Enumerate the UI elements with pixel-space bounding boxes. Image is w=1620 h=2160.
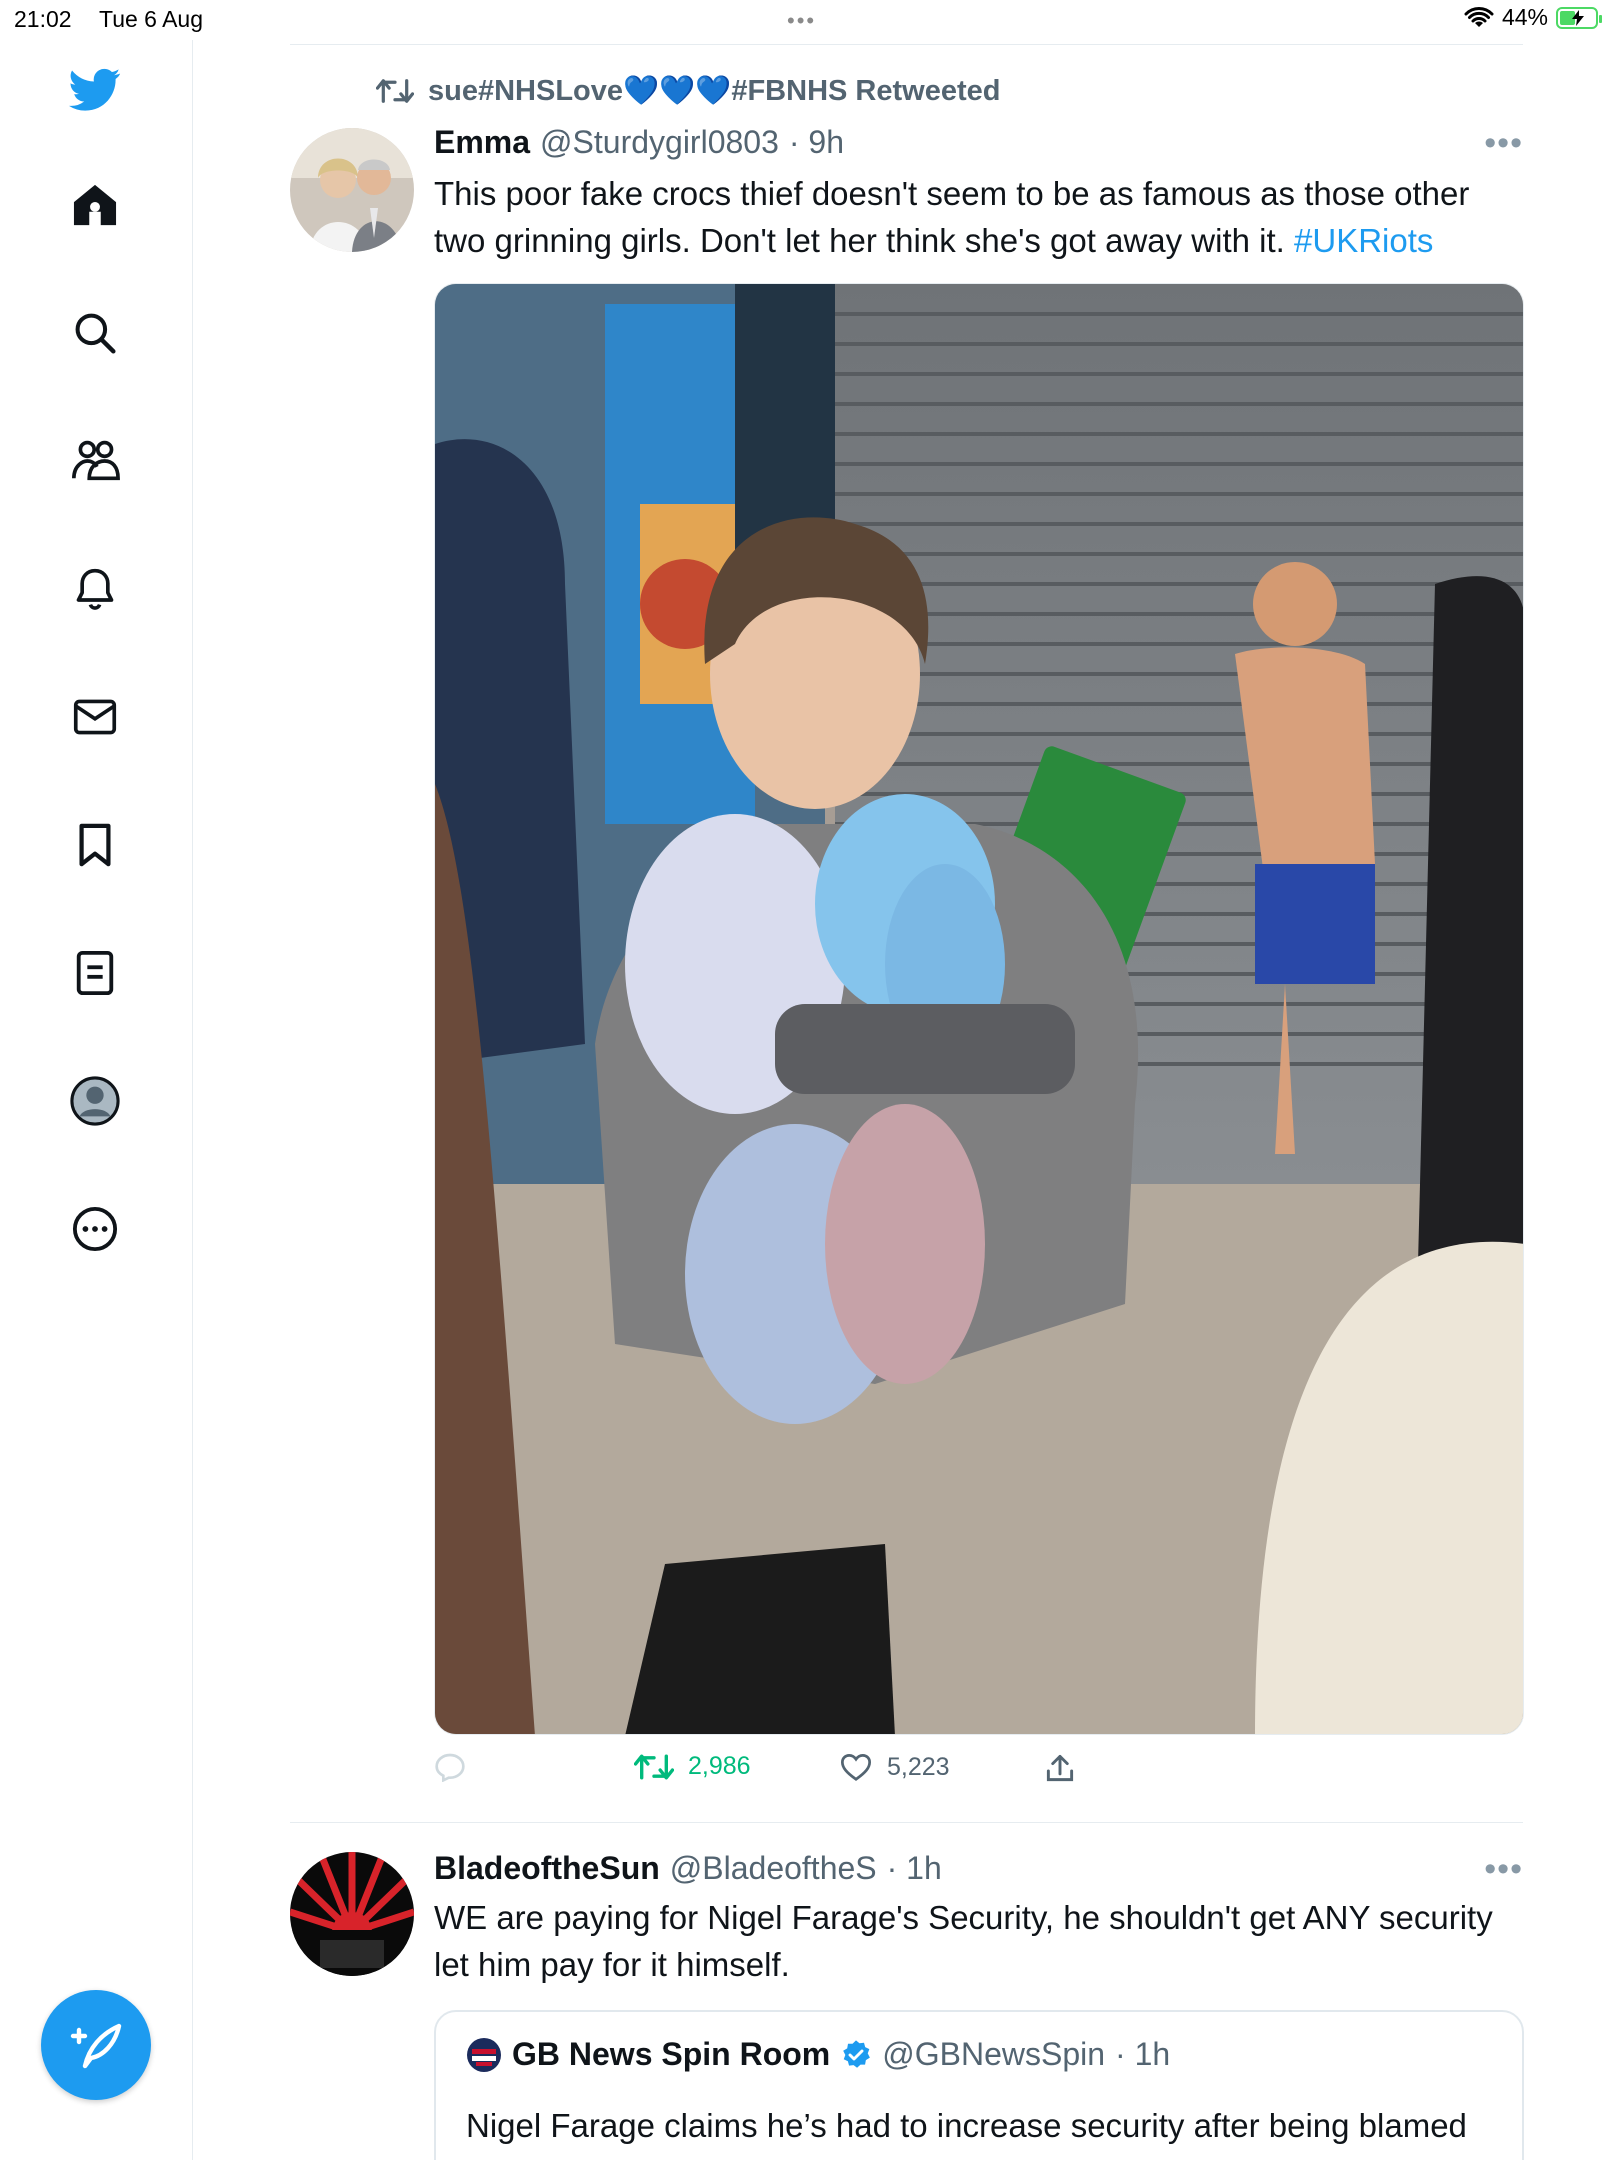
tweet-text: WE are paying for Nigel Farage's Securit…: [434, 1899, 1493, 1983]
quoted-tweet[interactable]: GB News Spin Room @GBNewsSpin · 1h Nigel…: [434, 2010, 1524, 2160]
quote-time[interactable]: · 1h: [1115, 2036, 1170, 2073]
quote-header: GB News Spin Room @GBNewsSpin · 1h: [466, 2036, 1170, 2073]
tweet-actions: 2,986 5,223: [434, 1752, 1524, 1796]
search-icon[interactable]: [67, 305, 123, 361]
quote-text: Nigel Farage claims he’s had to increase…: [466, 2107, 1467, 2160]
tweet-header: Emma @Sturdygirl0803 · 9h: [434, 124, 844, 161]
quote-author-handle[interactable]: @GBNewsSpin: [882, 2036, 1105, 2073]
like-count: 5,223: [887, 1752, 950, 1781]
compose-button[interactable]: [41, 1990, 151, 2100]
bell-icon[interactable]: [67, 561, 123, 617]
author-handle[interactable]: @Sturdygirl0803: [540, 124, 779, 161]
battery-icon: [1556, 6, 1602, 29]
tweet-more-icon[interactable]: •••: [1484, 1850, 1523, 1889]
charging-bolt-icon: [1572, 9, 1584, 26]
tweet-time[interactable]: · 1h: [887, 1850, 942, 1887]
share-button[interactable]: [1044, 1752, 1076, 1784]
retweet-count: 2,986: [688, 1752, 751, 1780]
status-time: 21:02: [14, 6, 72, 32]
tweet-text: This poor fake crocs thief doesn't seem …: [434, 170, 1524, 264]
retweet-icon: [634, 1754, 674, 1779]
status-bar: 21:02 Tue 6 Aug ••• 44%: [0, 0, 1620, 40]
author-name[interactable]: BladeoftheSun: [434, 1850, 660, 1887]
retweet-context: sue#NHSLove💙💙💙#FBNHS Retweeted: [376, 74, 1000, 108]
battery-tip: [1599, 14, 1602, 23]
heart-icon: [840, 1754, 872, 1781]
tweet-header: BladeoftheSun @BladeoftheS · 1h: [434, 1850, 942, 1887]
battery-percent: 44%: [1501, 4, 1548, 30]
compose-icon: [70, 2023, 122, 2069]
home-icon[interactable]: [67, 177, 123, 233]
author-handle[interactable]: @BladeoftheS: [670, 1850, 877, 1887]
tweet-divider: [290, 1822, 1523, 1823]
avatar-icon[interactable]: [67, 1073, 123, 1129]
tweet-more-icon[interactable]: •••: [1484, 124, 1523, 163]
bookmark-icon[interactable]: [67, 817, 123, 873]
share-icon: [1046, 1754, 1074, 1782]
author-name[interactable]: Emma: [434, 124, 530, 161]
status-right: 44%: [1464, 4, 1602, 31]
list-icon[interactable]: [67, 945, 123, 1001]
multitasking-dots[interactable]: •••: [787, 8, 816, 34]
wifi-icon: [1464, 6, 1494, 27]
retweeted-by-label[interactable]: sue#NHSLove💙💙💙#FBNHS Retweeted: [428, 74, 1000, 108]
mail-icon[interactable]: [67, 689, 123, 745]
verified-badge-icon: [843, 2039, 871, 2068]
sidebar: [0, 40, 193, 2160]
hashtag-link[interactable]: #UKRiots: [1294, 222, 1433, 259]
tweet-time[interactable]: · 9h: [789, 124, 844, 161]
like-button[interactable]: 5,223: [839, 1752, 950, 1782]
status-date: Tue 6 Aug: [99, 6, 204, 32]
retweet-icon: [376, 79, 414, 103]
timeline-top-divider: [290, 44, 1523, 45]
reply-button[interactable]: [434, 1752, 480, 1782]
avatar[interactable]: [290, 128, 414, 252]
quote-author-name[interactable]: GB News Spin Room: [512, 2036, 830, 2073]
more-circle-icon[interactable]: [67, 1201, 123, 1257]
reply-icon: [435, 1753, 465, 1782]
tweet-photo[interactable]: [434, 283, 1524, 1735]
avatar[interactable]: [290, 1852, 414, 1976]
quote-avatar[interactable]: [466, 2037, 502, 2073]
people-icon[interactable]: [67, 433, 123, 489]
retweet-button[interactable]: 2,986: [634, 1752, 751, 1781]
twitter-logo-icon[interactable]: [67, 62, 123, 118]
